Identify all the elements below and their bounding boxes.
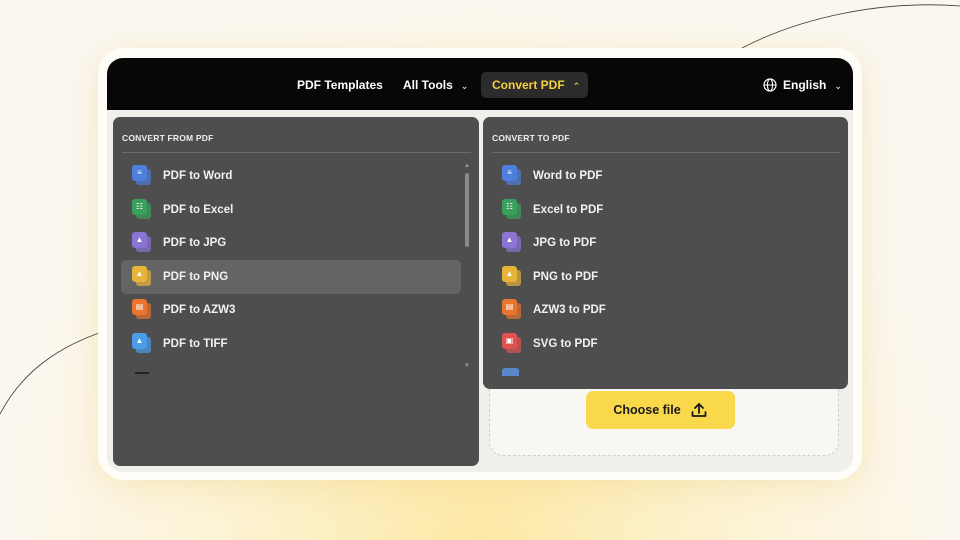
convert-to-item[interactable]: ▤ AZW3 to PDF <box>491 293 831 327</box>
scroll-up-arrow-icon[interactable]: ▲ <box>464 163 470 169</box>
convert-from-item-label: PDF to JPG <box>163 237 227 250</box>
book-icon: ▤ <box>132 299 154 321</box>
convert-to-item-label: Word to PDF <box>533 170 603 182</box>
nav-pdf-templates[interactable]: PDF Templates <box>297 72 383 98</box>
convert-from-item[interactable]: ▲ PDF to PNG <box>121 259 461 294</box>
image-icon: ▲ <box>502 232 524 254</box>
convert-to-item[interactable]: ▲ JPG to PDF <box>491 226 831 260</box>
language-selector[interactable]: English ⌄ <box>763 72 842 98</box>
convert-to-item-label: JPG to PDF <box>533 237 597 250</box>
vector-icon: ▣ <box>502 333 524 355</box>
book-icon: ▤ <box>502 299 524 321</box>
convert-to-item[interactable]: ▣ SVG to PDF <box>491 327 831 361</box>
convert-from-item-label: PDF to AZW3 <box>163 304 236 317</box>
choose-file-label: Choose file <box>613 403 681 417</box>
scroll-down-arrow-icon[interactable]: ▼ <box>464 363 470 369</box>
nav-pdf-templates-label: PDF Templates <box>297 78 383 92</box>
choose-file-button[interactable]: Choose file <box>586 391 735 429</box>
convert-from-pdf-panel: CONVERT FROM PDF ≡ PDF to Word ☷ PDF to Exc… <box>113 117 479 466</box>
convert-from-item[interactable]: ▲ PDF to JPG <box>121 226 461 260</box>
list-item-partial <box>135 372 149 374</box>
document-icon: ≡ <box>502 165 524 187</box>
convert-from-item[interactable]: ☷ PDF to Excel <box>121 193 461 227</box>
nav-convert-pdf[interactable]: Convert PDF ⌃ <box>481 72 588 98</box>
list-item-partial-icon <box>502 368 519 376</box>
divider <box>492 152 840 153</box>
chevron-up-icon: ⌃ <box>572 81 581 91</box>
language-label: English <box>783 78 827 92</box>
globe-icon <box>763 78 777 92</box>
convert-to-heading: CONVERT TO PDF <box>492 133 570 143</box>
convert-from-item-label: PDF to TIFF <box>163 338 228 350</box>
chevron-down-icon: ⌄ <box>834 81 842 91</box>
scrollbar[interactable]: ▲ ▼ <box>464 163 470 373</box>
convert-from-heading: CONVERT FROM PDF <box>122 133 214 143</box>
convert-from-item-label: PDF to PNG <box>163 270 229 283</box>
image-icon: ▲ <box>502 265 524 288</box>
image-icon: ▲ <box>132 265 154 288</box>
convert-to-item-label: PNG to PDF <box>533 270 599 283</box>
document-icon: ≡ <box>132 165 154 187</box>
convert-to-item-label: Excel to PDF <box>533 203 604 216</box>
chevron-down-icon: ⌄ <box>460 81 469 91</box>
convert-to-item[interactable]: ≡ Word to PDF <box>491 159 831 193</box>
convert-from-item-label: PDF to Excel <box>163 203 234 216</box>
nav-all-tools-label: All Tools <box>403 78 453 92</box>
convert-to-item[interactable]: ▲ PNG to PDF <box>491 260 831 294</box>
app-window: PDF Templates All Tools ⌄ Convert PDF ⌃ En… <box>107 58 853 472</box>
convert-to-item-label: SVG to PDF <box>533 338 598 350</box>
image-icon: ▲ <box>132 333 154 355</box>
upload-icon <box>691 403 707 417</box>
convert-from-item[interactable]: ▤ PDF to AZW3 <box>121 293 461 327</box>
top-navbar: PDF Templates All Tools ⌄ Convert PDF ⌃ En… <box>107 58 853 110</box>
image-icon: ▲ <box>132 232 154 254</box>
convert-to-item[interactable]: ☷ Excel to PDF <box>491 193 831 227</box>
convert-to-pdf-panel: CONVERT TO PDF ≡ Word to PDF ☷ Excel to PDF… <box>483 117 848 389</box>
nav-all-tools[interactable]: All Tools ⌄ <box>403 72 468 98</box>
convert-to-item-label: AZW3 to PDF <box>533 304 606 317</box>
spreadsheet-icon: ☷ <box>502 198 524 221</box>
spreadsheet-icon: ☷ <box>132 198 154 221</box>
divider <box>122 152 471 153</box>
nav-convert-pdf-label: Convert PDF <box>492 78 565 92</box>
convert-from-item-label: PDF to Word <box>163 170 233 182</box>
scrollbar-thumb[interactable] <box>465 173 469 247</box>
convert-from-item[interactable]: ▲ PDF to TIFF <box>121 327 461 361</box>
convert-from-item[interactable]: ≡ PDF to Word <box>121 159 461 193</box>
